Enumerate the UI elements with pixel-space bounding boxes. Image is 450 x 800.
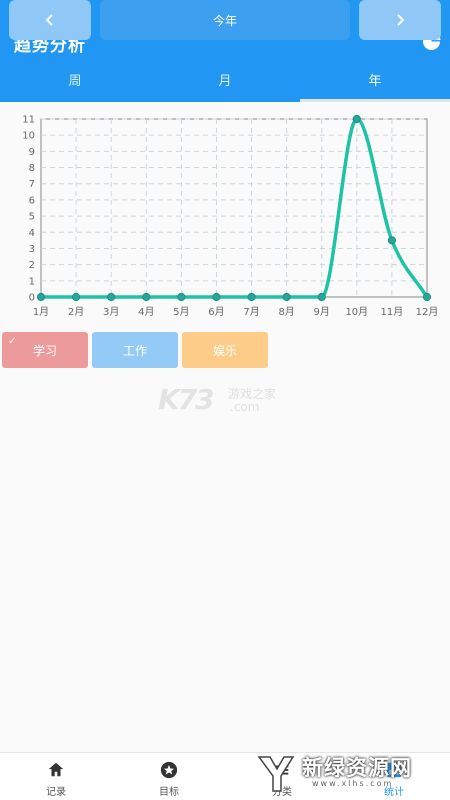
y-tick-label: 8 bbox=[29, 163, 35, 174]
category-label: 工作 bbox=[122, 343, 147, 358]
x-tick-label: 9月 bbox=[314, 306, 330, 318]
x-tick-label: 5月 bbox=[173, 306, 189, 318]
tab-week[interactable]: 周 bbox=[0, 66, 150, 102]
y-tick-label: 1 bbox=[29, 276, 35, 287]
y-tick-label: 3 bbox=[29, 244, 35, 255]
category-label: 娱乐 bbox=[212, 343, 237, 358]
watermark-line2: .com bbox=[230, 400, 260, 414]
x-tick-label: 12月 bbox=[416, 306, 439, 318]
tab-year[interactable]: 年 bbox=[300, 66, 450, 102]
y-tick-label: 9 bbox=[29, 147, 35, 158]
trend-line-chart: 0 1 2 3 4 5 6 7 8 9 10 11 1月 2月 3月 4月 5月 6月 7月 8月 9月 10月 11月 12… bbox=[22, 114, 439, 319]
period-tabs: 周 月 年 bbox=[0, 66, 450, 102]
category-chip-work[interactable]: 工作 bbox=[92, 332, 178, 368]
y-tick-label: 10 bbox=[22, 131, 35, 142]
chevron-left-icon bbox=[45, 14, 53, 26]
category-label: 学习 bbox=[32, 343, 57, 358]
data-point bbox=[352, 114, 361, 124]
data-point bbox=[71, 292, 81, 302]
series-line bbox=[40, 117, 429, 299]
check-icon: ✓ bbox=[8, 336, 17, 347]
x-tick-label: 2月 bbox=[68, 306, 84, 318]
x-tick-label: 1月 bbox=[33, 306, 49, 318]
x-tick-label: 8月 bbox=[278, 306, 294, 318]
star-circle-icon bbox=[160, 761, 178, 779]
nav-label: 目标 bbox=[159, 787, 179, 798]
app-root: 趋势分析 周 月 年 0 1 2 3 4 5 6 7 8 9 10 11 1月 2月 3月 4月 5月 6月 7月 8… bbox=[0, 0, 450, 800]
nav-label: 记录 bbox=[46, 787, 66, 798]
brand-url: www.xlhs.com bbox=[312, 779, 394, 788]
y-tick-label: 7 bbox=[29, 179, 35, 190]
brand-watermark-overlay: 新绿资源网 www.xlhs.com bbox=[252, 748, 430, 800]
data-point bbox=[422, 292, 432, 302]
data-point bbox=[142, 292, 151, 302]
next-period-button[interactable] bbox=[359, 0, 441, 40]
y-tick-label: 0 bbox=[29, 293, 35, 304]
data-point bbox=[107, 292, 116, 302]
chevron-right-icon bbox=[397, 14, 405, 26]
x-tick-label: 4月 bbox=[138, 306, 154, 318]
current-period-label: 今年 bbox=[212, 13, 237, 28]
y-tick-label: 6 bbox=[29, 195, 35, 206]
y-tick-label: 4 bbox=[29, 228, 35, 239]
brand-logo-icon bbox=[257, 756, 295, 792]
data-point bbox=[247, 292, 256, 302]
category-chip-entertainment[interactable]: 娱乐 bbox=[182, 332, 268, 368]
current-period-button[interactable]: 今年 bbox=[100, 0, 350, 40]
y-tick-label: 11 bbox=[22, 115, 35, 126]
data-point bbox=[282, 292, 291, 302]
data-point bbox=[317, 292, 326, 302]
x-tick-label: 6月 bbox=[208, 306, 224, 318]
brand-name: 新绿资源网 bbox=[302, 756, 412, 780]
x-tick-label: 3月 bbox=[103, 306, 119, 318]
watermark-logo: K73 游戏之家 .com bbox=[158, 383, 293, 417]
tab-month[interactable]: 月 bbox=[150, 66, 300, 102]
y-tick-label: 2 bbox=[29, 260, 35, 271]
data-point bbox=[212, 292, 221, 302]
nav-item-records[interactable]: 记录 bbox=[1, 753, 111, 800]
x-tick-label: 11月 bbox=[381, 306, 404, 318]
nav-item-goals[interactable]: 目标 bbox=[114, 753, 224, 800]
x-tick-label: 7月 bbox=[243, 306, 259, 318]
home-icon bbox=[48, 762, 64, 777]
category-chip-study[interactable]: ✓ 学习 bbox=[2, 332, 88, 368]
data-point bbox=[387, 236, 397, 245]
prev-period-button[interactable] bbox=[9, 0, 91, 40]
data-point bbox=[177, 292, 186, 302]
x-tick-label: 10月 bbox=[345, 306, 368, 318]
data-point bbox=[36, 292, 46, 302]
watermark-k73: K73 bbox=[158, 383, 215, 416]
y-tick-label: 5 bbox=[29, 212, 35, 223]
